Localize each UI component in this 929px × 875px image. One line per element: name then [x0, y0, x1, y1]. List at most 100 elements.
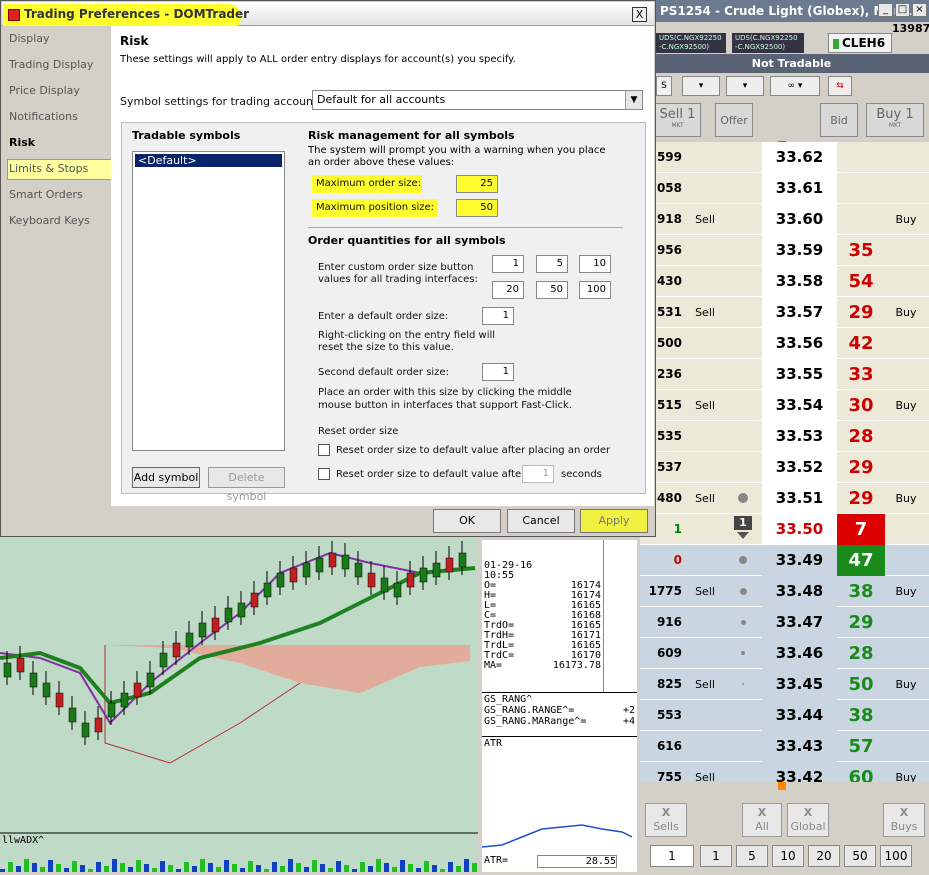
apply-button[interactable]: Apply — [580, 509, 648, 533]
working-orders-cell[interactable] — [728, 328, 758, 359]
qty-button-100[interactable]: 100 — [880, 845, 912, 867]
ladder-row[interactable]: 500 33.56 42 — [640, 328, 929, 359]
size-cell[interactable]: 7 — [837, 514, 885, 545]
working-orders-cell[interactable] — [728, 731, 758, 762]
working-orders-cell[interactable] — [728, 483, 758, 514]
link-dropdown[interactable]: ∞ ▾ — [770, 76, 820, 96]
ladder-row[interactable]: 825 Sell 33.45 50 Buy — [640, 669, 929, 700]
buy-cell[interactable]: Buy — [888, 762, 924, 782]
ladder-row[interactable]: 755 Sell 33.42 60 Buy — [640, 762, 929, 782]
working-orders-cell[interactable] — [728, 297, 758, 328]
working-orders-cell[interactable] — [728, 700, 758, 731]
qty-button-5[interactable]: 5 — [736, 845, 768, 867]
custom-size-input[interactable]: 20 — [492, 281, 524, 299]
price-ladder[interactable]: 599 33.62 058 33.61 918 Sell 33.60 Buy 956 33.59 3… — [640, 142, 929, 782]
tradable-list[interactable]: <Default> — [132, 151, 285, 451]
ladder-row[interactable]: 609 33.46 28 — [640, 638, 929, 669]
qty-button-10[interactable]: 10 — [772, 845, 804, 867]
qty-button-50[interactable]: 50 — [844, 845, 876, 867]
buy-cell[interactable]: Buy — [888, 576, 924, 607]
sidebar-item-risk[interactable]: Risk — [9, 136, 35, 149]
size-cell[interactable]: 57 — [837, 731, 885, 762]
cancel-sells-button[interactable]: X Sells — [645, 803, 687, 837]
working-orders-cell[interactable] — [728, 235, 758, 266]
price-chart[interactable]: llwADX^ — [0, 533, 478, 872]
sell-cell[interactable]: Sell — [685, 483, 725, 514]
working-orders-cell[interactable] — [728, 545, 758, 576]
working-orders-cell[interactable] — [728, 421, 758, 452]
sell-cell[interactable]: Sell — [685, 297, 725, 328]
size-cell[interactable]: 35 — [837, 235, 885, 266]
custom-size-input[interactable]: 5 — [536, 255, 568, 273]
working-orders-cell[interactable] — [728, 266, 758, 297]
ladder-row[interactable]: 058 33.61 — [640, 173, 929, 204]
ladder-row[interactable]: 531 Sell 33.57 29 Buy — [640, 297, 929, 328]
sidebar-item-keyboard-keys[interactable]: Keyboard Keys — [9, 214, 90, 227]
max-position-input[interactable]: 50 — [456, 199, 498, 217]
account-select[interactable]: Default for all accounts ▼ — [312, 90, 643, 110]
size-cell[interactable] — [837, 173, 885, 204]
reset-after-placing-checkbox[interactable] — [318, 444, 330, 456]
size-cell[interactable]: 29 — [837, 483, 885, 514]
size-cell[interactable]: 30 — [837, 390, 885, 421]
cancel-button[interactable]: Cancel — [507, 509, 575, 533]
offer-button[interactable]: Offer — [715, 103, 753, 137]
custom-size-input[interactable]: 1 — [492, 255, 524, 273]
ladder-row[interactable]: 616 33.43 57 — [640, 731, 929, 762]
ladder-row[interactable]: 480 Sell 33.51 29 Buy — [640, 483, 929, 514]
add-symbol-button[interactable]: Add symbol — [132, 467, 200, 488]
ladder-row[interactable]: 918 Sell 33.60 Buy — [640, 204, 929, 235]
working-orders-cell[interactable] — [728, 142, 758, 173]
bid-button[interactable]: Bid — [820, 103, 858, 137]
size-cell[interactable]: 28 — [837, 421, 885, 452]
size-cell[interactable]: 38 — [837, 576, 885, 607]
ladder-row[interactable]: 535 33.53 28 — [640, 421, 929, 452]
buy-market-button[interactable]: Buy 1 MKT — [866, 103, 924, 137]
buy-cell[interactable]: Buy — [888, 483, 924, 514]
working-orders-cell[interactable] — [728, 576, 758, 607]
ladder-row[interactable]: 599 33.62 — [640, 142, 929, 173]
sidebar-item-display[interactable]: Display — [9, 32, 50, 45]
cancel-all-button[interactable]: X All — [742, 803, 782, 837]
sidebar-item-trading-display[interactable]: Trading Display — [9, 58, 93, 71]
size-cell[interactable]: 29 — [837, 297, 885, 328]
close-icon[interactable]: × — [912, 3, 927, 17]
working-orders-cell[interactable] — [728, 762, 758, 782]
buy-cell[interactable]: Buy — [888, 669, 924, 700]
dropdown-1[interactable]: ▾ — [682, 76, 720, 96]
ladder-row[interactable]: 956 33.59 35 — [640, 235, 929, 266]
buy-cell[interactable]: Buy — [888, 204, 924, 235]
ladder-row[interactable]: 537 33.52 29 — [640, 452, 929, 483]
dropdown-2[interactable]: ▾ — [726, 76, 764, 96]
minimize-icon[interactable]: _ — [878, 3, 893, 17]
working-orders-cell[interactable] — [728, 390, 758, 421]
ladder-row[interactable]: 430 33.58 54 — [640, 266, 929, 297]
ladder-row[interactable]: 0 33.49 47 — [640, 545, 929, 576]
qty-button-20[interactable]: 20 — [808, 845, 840, 867]
reset-after-seconds-checkbox[interactable] — [318, 468, 330, 480]
ladder-row[interactable]: 916 33.47 29 — [640, 607, 929, 638]
buy-cell[interactable]: Buy — [888, 390, 924, 421]
center-icon[interactable]: ⇆ — [828, 76, 852, 96]
sell-market-button[interactable]: Sell 1 MKT — [654, 103, 701, 137]
cancel-global-button[interactable]: X Global — [787, 803, 829, 837]
default-size-input[interactable]: 1 — [482, 307, 514, 325]
size-cell[interactable] — [837, 204, 885, 235]
custom-size-input[interactable]: 100 — [579, 281, 611, 299]
size-cell[interactable]: 47 — [837, 545, 885, 576]
max-order-input[interactable]: 25 — [456, 175, 498, 193]
custom-size-input[interactable]: 50 — [536, 281, 568, 299]
spread-tab-2[interactable]: UDS(C.NGX92250 -C.NGX92500) — [732, 33, 804, 53]
ladder-row[interactable]: 553 33.44 38 — [640, 700, 929, 731]
chevron-down-icon[interactable]: ▼ — [625, 91, 642, 109]
dialog-titlebar[interactable]: Trading Preferences - DOMTrader X — [2, 2, 654, 30]
reset-seconds-input[interactable]: 1 — [522, 465, 554, 483]
ladder-row[interactable]: 1775 Sell 33.48 38 Buy — [640, 576, 929, 607]
size-cell[interactable]: 50 — [837, 669, 885, 700]
close-button[interactable]: X — [632, 7, 647, 22]
spread-tab-1[interactable]: UDS(C.NGX92250 -C.NGX92500) — [656, 33, 726, 53]
sidebar-item-smart-orders[interactable]: Smart Orders — [9, 188, 83, 201]
working-orders-cell[interactable] — [728, 173, 758, 204]
cancel-buys-button[interactable]: X Buys — [883, 803, 925, 837]
custom-size-input[interactable]: 10 — [579, 255, 611, 273]
